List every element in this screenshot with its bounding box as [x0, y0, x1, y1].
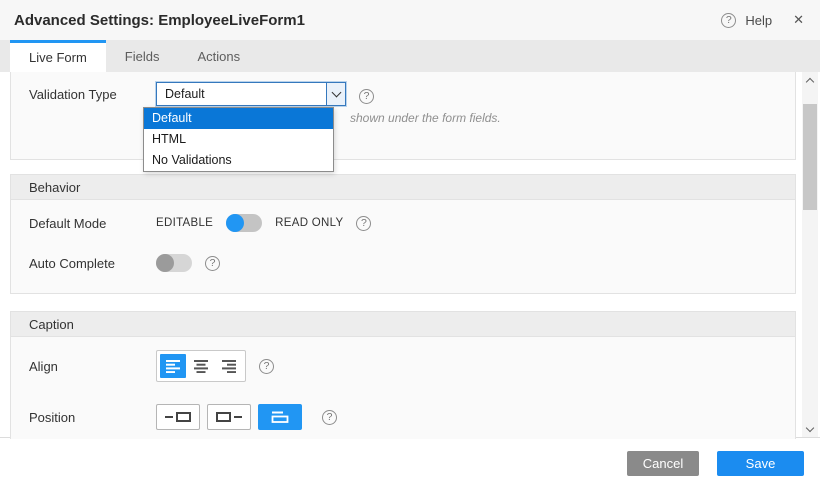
chevron-down-icon: [331, 88, 341, 98]
section-gap: [0, 294, 820, 311]
behavior-section: Behavior Default Mode EDITABLE READ ONLY…: [10, 174, 796, 294]
dropdown-option-no-validations[interactable]: No Validations: [144, 150, 333, 171]
dialog-footer: Cancel Save: [0, 437, 820, 488]
scrollbar-thumb[interactable]: [803, 104, 817, 210]
validation-help-icon[interactable]: ?: [359, 89, 374, 104]
position-top-button[interactable]: [258, 404, 302, 430]
header-actions: ? Help ✕: [721, 12, 804, 28]
tab-actions[interactable]: Actions: [178, 40, 259, 72]
help-icon[interactable]: ?: [721, 13, 736, 28]
chevron-down-icon: [806, 423, 814, 431]
toggle-knob: [156, 254, 174, 272]
vertical-scrollbar[interactable]: [802, 72, 818, 437]
dialog-header: Advanced Settings: EmployeeLiveForm1 ? H…: [0, 0, 820, 40]
align-label: Align: [29, 359, 156, 374]
settings-scroll-area: Validation Type Default ? shown under th…: [0, 72, 820, 437]
dialog-title: Advanced Settings: EmployeeLiveForm1: [14, 12, 305, 29]
label-right-icon: [215, 410, 243, 424]
auto-complete-label: Auto Complete: [29, 256, 156, 271]
default-mode-help-icon[interactable]: ?: [356, 216, 371, 231]
close-icon[interactable]: ✕: [793, 12, 804, 28]
dropdown-option-html[interactable]: HTML: [144, 129, 333, 150]
validation-hint-text: shown under the form fields.: [350, 111, 501, 125]
align-help-icon[interactable]: ?: [259, 359, 274, 374]
tab-bar: Live Form Fields Actions: [0, 40, 820, 72]
align-center-button[interactable]: [188, 354, 214, 378]
save-button[interactable]: Save: [717, 451, 804, 476]
align-center-icon: [194, 359, 208, 373]
chevron-up-icon: [806, 77, 814, 85]
default-mode-toggle[interactable]: [226, 214, 262, 232]
validation-type-value: Default: [157, 87, 326, 101]
align-right-button[interactable]: [216, 354, 242, 378]
cancel-button[interactable]: Cancel: [627, 451, 699, 476]
tab-live-form[interactable]: Live Form: [10, 40, 106, 72]
label-left-icon: [164, 410, 192, 424]
select-chevron-button[interactable]: [326, 83, 345, 105]
align-right-icon: [222, 359, 236, 373]
editable-option-label: EDITABLE: [156, 217, 213, 229]
auto-complete-toggle[interactable]: [156, 254, 192, 272]
position-left-button[interactable]: [156, 404, 200, 430]
section-gap: [0, 160, 820, 174]
behavior-section-title: Behavior: [11, 175, 795, 200]
toggle-knob: [226, 214, 244, 232]
align-left-button[interactable]: [160, 354, 186, 378]
validation-type-select[interactable]: Default: [156, 82, 346, 106]
read-only-option-label: READ ONLY: [275, 217, 343, 229]
validation-dropdown-list: Default HTML No Validations: [143, 107, 334, 172]
position-help-icon[interactable]: ?: [322, 410, 337, 425]
scrollbar-up-arrow[interactable]: [802, 72, 818, 88]
scrollbar-down-arrow[interactable]: [802, 421, 818, 437]
validation-type-label: Validation Type: [29, 87, 156, 102]
tab-fields[interactable]: Fields: [106, 40, 179, 72]
align-button-group: [156, 350, 246, 382]
position-right-button[interactable]: [207, 404, 251, 430]
dropdown-option-default[interactable]: Default: [144, 108, 333, 129]
align-left-icon: [166, 359, 180, 373]
position-label: Position: [29, 410, 156, 425]
label-top-icon: [269, 410, 291, 424]
help-link[interactable]: Help: [745, 13, 772, 28]
default-mode-label: Default Mode: [29, 216, 156, 231]
auto-complete-help-icon[interactable]: ?: [205, 256, 220, 271]
caption-section: Caption Align: [10, 311, 796, 439]
caption-section-title: Caption: [11, 312, 795, 337]
